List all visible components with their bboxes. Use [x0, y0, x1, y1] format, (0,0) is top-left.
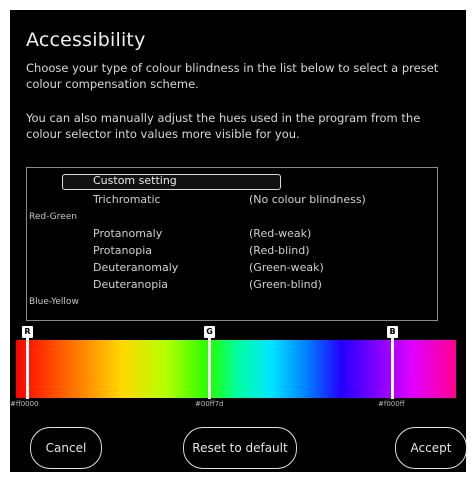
- option-protanomaly[interactable]: Protanomaly (Red-weak): [27, 226, 427, 242]
- option-name: Deuteranomaly: [93, 261, 179, 274]
- green-marker-hex: #00ff7d: [195, 400, 224, 408]
- red-marker-hex: #ff0000: [10, 400, 39, 408]
- page-title: Accessibility: [26, 29, 146, 51]
- option-description: (Green-weak): [249, 261, 324, 274]
- cancel-button[interactable]: Cancel: [30, 427, 102, 469]
- accept-button[interactable]: Accept: [395, 427, 467, 469]
- option-custom-setting[interactable]: Custom setting: [62, 174, 281, 190]
- option-protanopia[interactable]: Protanopia (Red-blind): [27, 243, 427, 259]
- intro-text: Choose your type of colour blindness in …: [26, 61, 439, 91]
- colour-spectrum-selector[interactable]: [16, 340, 456, 398]
- group-label-blue-yellow: Blue-Yellow: [29, 297, 79, 307]
- group-label-red-green: Red-Green: [29, 212, 77, 222]
- blue-marker-tag[interactable]: B: [387, 326, 398, 338]
- reset-to-default-button[interactable]: Reset to default: [183, 427, 297, 469]
- red-marker-tag[interactable]: R: [22, 326, 33, 338]
- option-description: (Green-blind): [249, 278, 322, 291]
- blue-marker-hex: #f000ff: [378, 400, 405, 408]
- option-description: (Red-blind): [249, 244, 310, 257]
- red-marker-handle[interactable]: [26, 333, 29, 399]
- option-name: Protanopia: [93, 244, 152, 257]
- option-name: Deuteranopia: [93, 278, 169, 291]
- option-name: Trichromatic: [93, 193, 161, 206]
- colour-blindness-list[interactable]: Custom setting Trichromatic (No colour b…: [26, 167, 438, 321]
- option-custom-label: Custom setting: [93, 174, 177, 187]
- manual-adjust-text: You can also manually adjust the hues us…: [26, 111, 421, 141]
- option-name: Protanomaly: [93, 227, 163, 240]
- option-deuteranomaly[interactable]: Deuteranomaly (Green-weak): [27, 260, 427, 276]
- option-trichromatic[interactable]: Trichromatic (No colour blindness): [27, 192, 427, 208]
- option-description: (Red-weak): [249, 227, 312, 240]
- option-deuteranopia[interactable]: Deuteranopia (Green-blind): [27, 277, 427, 293]
- green-marker-tag[interactable]: G: [204, 326, 215, 338]
- option-description: (No colour blindness): [249, 193, 366, 206]
- blue-marker-handle[interactable]: [391, 333, 394, 399]
- green-marker-handle[interactable]: [208, 333, 211, 399]
